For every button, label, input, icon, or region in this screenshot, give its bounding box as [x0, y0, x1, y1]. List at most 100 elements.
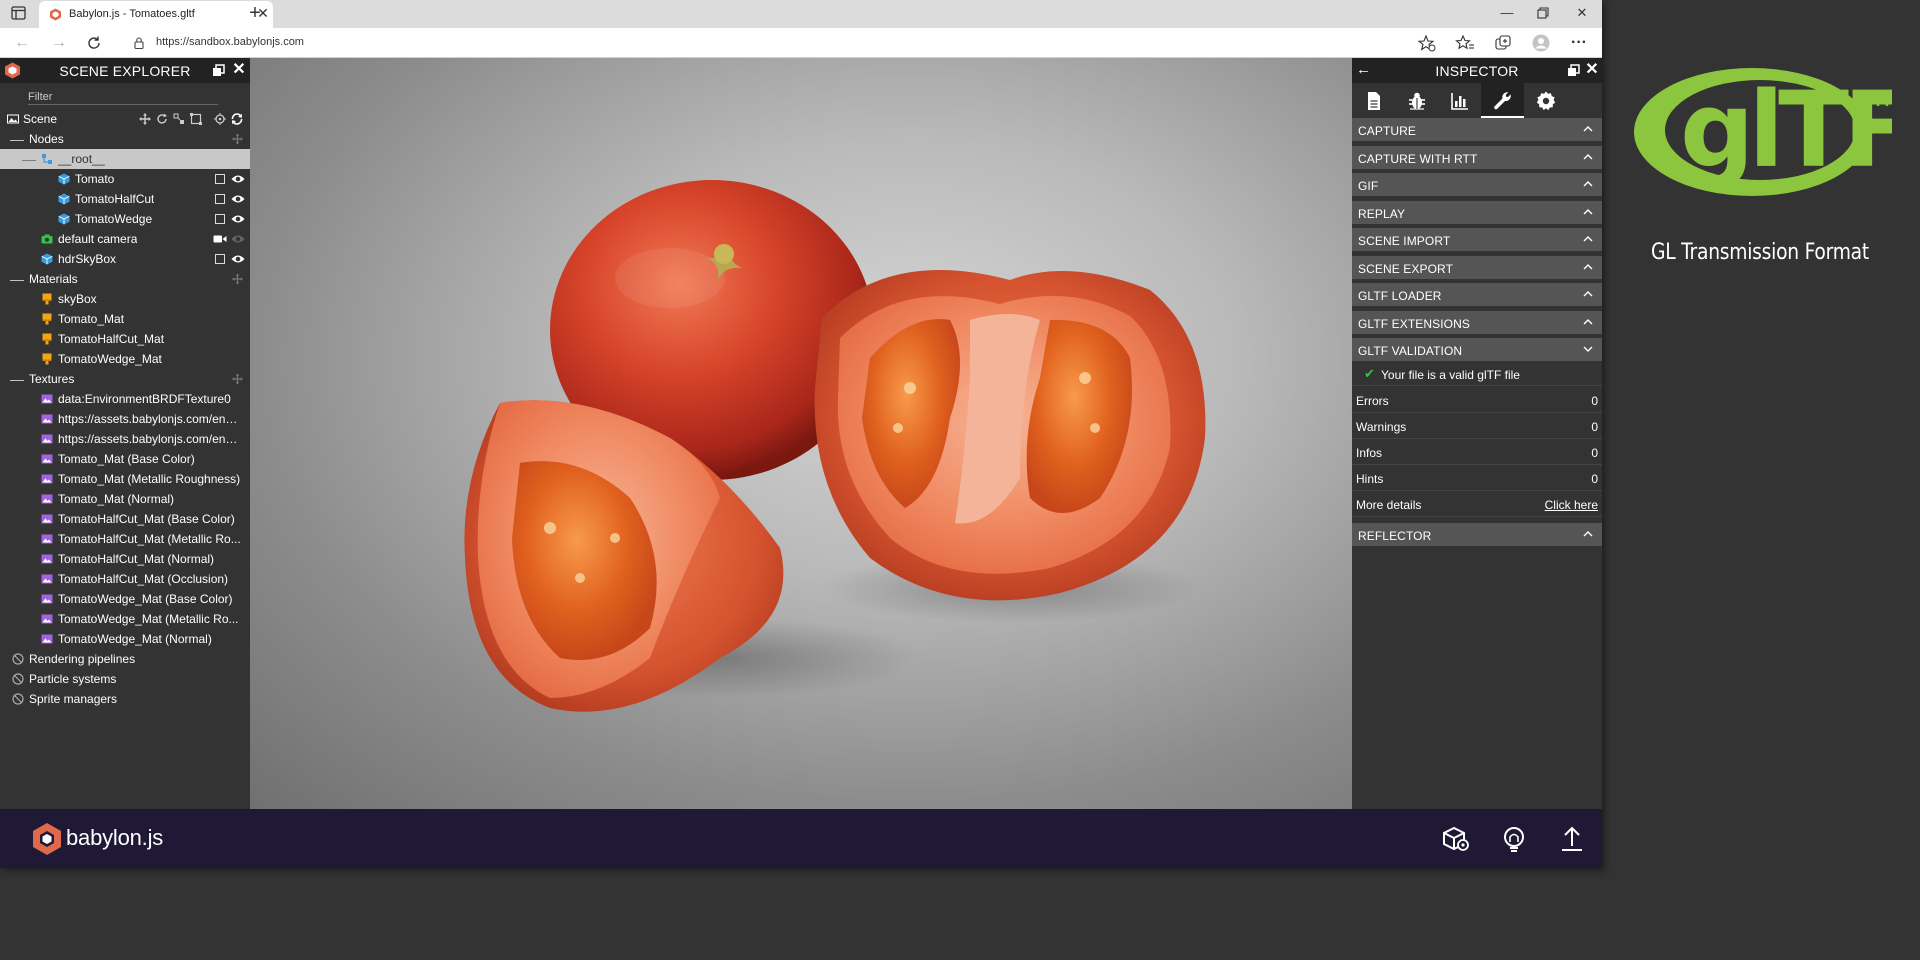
- more-options-icon[interactable]: ···: [1569, 33, 1589, 53]
- close-inspector-icon[interactable]: ✕: [1585, 61, 1599, 79]
- section-reflector[interactable]: REFLECTOR: [1352, 523, 1602, 548]
- add-favorite-icon[interactable]: [1417, 33, 1437, 53]
- tab-tools[interactable]: [1481, 83, 1524, 118]
- more-details-label: More details: [1356, 498, 1422, 512]
- section-header[interactable]: GLTF EXTENSIONS: [1352, 310, 1602, 336]
- lightbulb-icon[interactable]: [1500, 825, 1528, 853]
- profile-avatar-icon[interactable]: [1531, 33, 1551, 53]
- tree-item-material[interactable]: Tomato_Mat: [0, 309, 250, 329]
- tree-item-texture[interactable]: Tomato_Mat (Metallic Roughness): [0, 469, 250, 489]
- collapse-icon[interactable]: —: [10, 272, 24, 286]
- tree-item-mesh[interactable]: hdrSkyBox: [0, 249, 250, 269]
- tree-item-texture[interactable]: TomatoWedge_Mat (Metallic Ro...: [0, 609, 250, 629]
- tab-actions-icon[interactable]: [11, 6, 26, 20]
- tree-item-texture[interactable]: Tomato_Mat (Base Color): [0, 449, 250, 469]
- section-header[interactable]: REPLAY: [1352, 200, 1602, 226]
- tree-item-mesh[interactable]: Tomato: [0, 169, 250, 189]
- tree-item-scene[interactable]: Scene: [0, 109, 250, 129]
- click-here-link[interactable]: Click here: [1545, 498, 1598, 512]
- url-field[interactable]: https://sandbox.babylonjs.com: [123, 30, 1423, 56]
- pick-icon[interactable]: [214, 113, 226, 125]
- tree-item-rendering-pipelines[interactable]: Rendering pipelines: [0, 649, 250, 669]
- tree-item-camera[interactable]: default camera: [0, 229, 250, 249]
- browser-tab[interactable]: Babylon.js - Tomatoes.gltf ✕: [39, 1, 273, 28]
- tab-debug[interactable]: [1395, 83, 1438, 118]
- refresh-tree-icon[interactable]: [231, 113, 243, 125]
- visibility-eye-icon[interactable]: [231, 173, 245, 185]
- refresh-icon[interactable]: [86, 35, 102, 51]
- bounding-box-checkbox[interactable]: [215, 214, 225, 224]
- tree-item-material[interactable]: TomatoHalfCut_Mat: [0, 329, 250, 349]
- bounding-box-gizmo-icon[interactable]: [190, 113, 202, 125]
- back-icon[interactable]: ←: [12, 33, 32, 53]
- visibility-eye-icon[interactable]: [231, 233, 245, 245]
- validation-stat-row: Errors 0: [1352, 387, 1602, 413]
- tree-item-particle-systems[interactable]: Particle systems: [0, 669, 250, 689]
- tab-settings[interactable]: [1524, 83, 1567, 118]
- section-header[interactable]: SCENE EXPORT: [1352, 255, 1602, 281]
- minimize-icon[interactable]: —: [1497, 4, 1517, 22]
- visibility-eye-icon[interactable]: [231, 193, 245, 205]
- bounding-box-checkbox[interactable]: [215, 174, 225, 184]
- tree-item-root[interactable]: — __root__: [0, 149, 250, 169]
- bounding-box-checkbox[interactable]: [215, 194, 225, 204]
- tree-item-label: TomatoHalfCut_Mat (Occlusion): [58, 572, 229, 586]
- tree-item-texture[interactable]: https://assets.babylonjs.com/envi...: [0, 409, 250, 429]
- new-tab-icon[interactable]: +: [245, 2, 265, 24]
- section-header[interactable]: CAPTURE WITH RTT: [1352, 145, 1602, 171]
- section-header[interactable]: SCENE IMPORT: [1352, 228, 1602, 253]
- tab-properties[interactable]: [1352, 83, 1395, 118]
- tree-item-texture[interactable]: Tomato_Mat (Normal): [0, 489, 250, 509]
- filter-input[interactable]: [28, 91, 218, 103]
- collapse-icon[interactable]: —: [10, 132, 24, 146]
- collapse-icon[interactable]: —: [22, 152, 36, 166]
- tree-item-material[interactable]: TomatoWedge_Mat: [0, 349, 250, 369]
- close-window-icon[interactable]: ✕: [1572, 4, 1592, 22]
- material-brush-icon: [42, 313, 52, 325]
- tree-item-texture[interactable]: TomatoHalfCut_Mat (Normal): [0, 549, 250, 569]
- bounding-box-checkbox[interactable]: [215, 254, 225, 264]
- tree-item-textures[interactable]: — Textures: [0, 369, 250, 389]
- filter-field[interactable]: [28, 89, 218, 105]
- section-header[interactable]: GLTF LOADER: [1352, 283, 1602, 308]
- tree-item-mesh[interactable]: TomatoWedge: [0, 209, 250, 229]
- tree-item-texture[interactable]: https://assets.babylonjs.com/envi...: [0, 429, 250, 449]
- expand-all-icon[interactable]: [232, 133, 243, 145]
- tree-item-texture[interactable]: TomatoHalfCut_Mat (Occlusion): [0, 569, 250, 589]
- visibility-eye-icon[interactable]: [231, 253, 245, 265]
- environment-icon[interactable]: [1442, 825, 1470, 853]
- tree-item-sprite-managers[interactable]: Sprite managers: [0, 689, 250, 709]
- tree-item-material[interactable]: skyBox: [0, 289, 250, 309]
- section-header[interactable]: GLTF VALIDATION: [1352, 338, 1602, 363]
- close-explorer-icon[interactable]: ✕: [232, 61, 246, 79]
- collections-icon[interactable]: [1493, 33, 1513, 53]
- tab-statistics[interactable]: [1438, 83, 1481, 118]
- tree-item-nodes[interactable]: — Nodes: [0, 129, 250, 149]
- popout-icon[interactable]: [212, 64, 225, 77]
- scale-gizmo-icon[interactable]: [173, 113, 185, 125]
- render-canvas[interactable]: [250, 58, 1352, 809]
- tree-item-texture[interactable]: TomatoWedge_Mat (Base Color): [0, 589, 250, 609]
- expand-all-icon[interactable]: [232, 273, 243, 285]
- tree-item-materials[interactable]: — Materials: [0, 269, 250, 289]
- tree-item-texture[interactable]: TomatoWedge_Mat (Normal): [0, 629, 250, 649]
- expand-all-icon[interactable]: [232, 373, 243, 385]
- tree-item-texture[interactable]: data:EnvironmentBRDFTexture0: [0, 389, 250, 409]
- rotate-gizmo-icon[interactable]: [156, 113, 168, 125]
- collapse-icon[interactable]: —: [10, 372, 24, 386]
- section-header[interactable]: CAPTURE: [1352, 118, 1602, 143]
- popout-icon[interactable]: [1567, 64, 1580, 77]
- active-camera-icon[interactable]: [213, 233, 227, 245]
- tree-item-texture[interactable]: TomatoHalfCut_Mat (Base Color): [0, 509, 250, 529]
- upload-icon[interactable]: [1558, 825, 1586, 853]
- restore-icon[interactable]: [1537, 7, 1549, 19]
- tree-item-texture[interactable]: TomatoHalfCut_Mat (Metallic Ro...: [0, 529, 250, 549]
- forward-icon[interactable]: →: [49, 33, 69, 53]
- lock-icon[interactable]: [134, 37, 144, 49]
- visibility-eye-icon[interactable]: [231, 213, 245, 225]
- tree-item-mesh[interactable]: TomatoHalfCut: [0, 189, 250, 209]
- section-header[interactable]: GIF: [1352, 173, 1602, 198]
- chevron-up-icon: [1583, 263, 1593, 269]
- translate-gizmo-icon[interactable]: [139, 113, 151, 125]
- favorites-icon[interactable]: [1455, 33, 1475, 53]
